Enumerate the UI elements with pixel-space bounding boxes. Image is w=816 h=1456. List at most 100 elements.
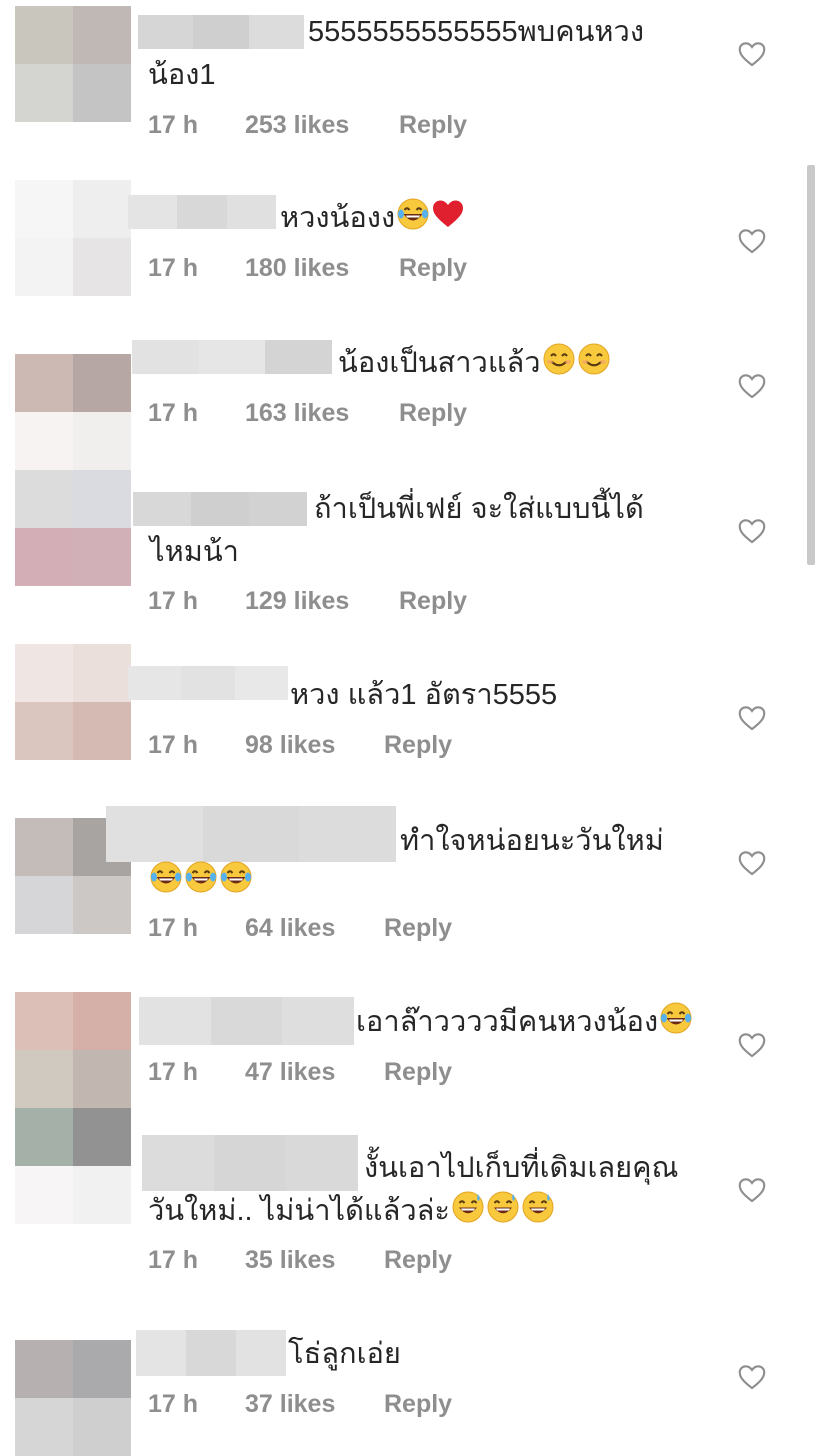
username-blurred[interactable] <box>138 15 304 49</box>
avatar[interactable] <box>15 1340 131 1456</box>
avatar-block <box>15 644 73 702</box>
avatar[interactable] <box>15 180 131 296</box>
laughing-tears-icon <box>660 1002 692 1034</box>
laughing-tears-icon <box>220 861 252 893</box>
smiling-face-icon <box>543 343 575 375</box>
reply-button[interactable]: Reply <box>384 913 452 943</box>
timestamp: 17 h <box>148 587 199 615</box>
comment-text-line2: น้อง1 <box>148 59 216 91</box>
avatar-block <box>15 1340 73 1398</box>
username-blurred[interactable] <box>139 997 355 1045</box>
comment-text: น้องเป็นสาวแล้ว <box>338 342 611 384</box>
emoji-group <box>395 198 465 234</box>
laughing-tears-icon <box>397 198 429 230</box>
avatar-block <box>73 644 131 702</box>
heart-outline-icon[interactable] <box>738 228 766 254</box>
avatar-block <box>15 1050 73 1108</box>
heart-outline-icon[interactable] <box>738 1177 766 1203</box>
avatar-block <box>73 1050 131 1108</box>
laughing-tears-icon <box>185 861 217 893</box>
avatar-block <box>15 992 73 1050</box>
like-count[interactable]: 47 likes <box>245 1057 335 1087</box>
avatar-block <box>73 412 131 470</box>
heart-outline-icon[interactable] <box>738 41 766 67</box>
emoji-group <box>658 1002 693 1038</box>
avatar-block <box>73 876 131 934</box>
like-count[interactable]: 180 likes <box>245 253 349 283</box>
avatar-block <box>15 876 73 934</box>
avatar[interactable] <box>15 644 131 760</box>
username-blurred[interactable] <box>133 492 307 526</box>
like-count[interactable]: 163 likes <box>245 398 349 428</box>
laughing-tears-icon <box>150 861 182 893</box>
comment-text: งั้นเอาไปเก็บที่เดิมเลยคุณ <box>364 1152 679 1184</box>
heart-outline-icon[interactable] <box>738 1364 766 1390</box>
timestamp: 17 h <box>148 1246 199 1274</box>
avatar-block <box>15 1108 73 1166</box>
timestamp: 17 h <box>148 731 199 759</box>
heart-outline-icon[interactable] <box>738 373 766 399</box>
avatar-block <box>73 1108 131 1166</box>
avatar-block <box>73 64 131 122</box>
reply-button[interactable]: Reply <box>399 110 467 140</box>
heart-outline-icon[interactable] <box>738 850 766 876</box>
like-count[interactable]: 253 likes <box>245 110 349 140</box>
comment-text-line2 <box>148 860 253 902</box>
like-count[interactable]: 35 likes <box>245 1245 335 1275</box>
username-blurred[interactable] <box>128 666 288 700</box>
reply-button[interactable]: Reply <box>384 1245 452 1275</box>
avatar-block <box>73 470 131 528</box>
avatar-block <box>15 238 73 296</box>
reply-button[interactable]: Reply <box>384 1057 452 1087</box>
comment-text: โธ่ลูกเอ่ย <box>288 1338 401 1370</box>
reply-button[interactable]: Reply <box>399 586 467 616</box>
avatar-block <box>15 470 73 528</box>
smiling-face-icon <box>578 343 610 375</box>
emoji-group <box>541 343 611 379</box>
username-blurred[interactable] <box>128 195 276 229</box>
like-count[interactable]: 37 likes <box>245 1389 335 1419</box>
avatar[interactable] <box>15 354 131 470</box>
comment-text: 5555555555555พบคนหวง <box>308 16 644 48</box>
like-count[interactable]: 64 likes <box>245 913 335 943</box>
avatar-block <box>73 354 131 412</box>
sweat-smile-icon <box>452 1191 484 1223</box>
reply-button[interactable]: Reply <box>399 398 467 428</box>
avatar-block <box>15 818 73 876</box>
like-count[interactable]: 98 likes <box>245 730 335 760</box>
timestamp: 17 h <box>148 399 199 427</box>
avatar[interactable] <box>15 470 131 586</box>
avatar-block <box>73 1166 131 1224</box>
reply-button[interactable]: Reply <box>384 1389 452 1419</box>
comment-text: เอาล๊าววววมีคนหวงน้อง <box>356 1001 693 1043</box>
avatar[interactable] <box>15 6 131 122</box>
avatar-block <box>15 64 73 122</box>
avatar-block <box>15 180 73 238</box>
timestamp: 17 h <box>148 1390 199 1418</box>
avatar-block <box>73 702 131 760</box>
comment-text-line2: วันใหม่.. ไม่น่าได้แล้วล่ะ <box>148 1190 555 1232</box>
heart-outline-icon[interactable] <box>738 705 766 731</box>
username-blurred[interactable] <box>136 1330 286 1376</box>
username-blurred[interactable] <box>132 340 333 374</box>
comment-text: ถ้าเป็นพี่เฟย์ จะใส่แบบนี้ได้ <box>314 493 644 525</box>
timestamp: 17 h <box>148 254 199 282</box>
heart-outline-icon[interactable] <box>738 1032 766 1058</box>
avatar-block <box>73 6 131 64</box>
comment-text: ทำใจหน่อยนะวันใหม่ <box>400 825 664 857</box>
heart-outline-icon[interactable] <box>738 518 766 544</box>
avatar[interactable] <box>15 992 131 1108</box>
avatar-block <box>15 1398 73 1456</box>
like-count[interactable]: 129 likes <box>245 586 349 616</box>
scrollbar[interactable] <box>807 165 815 565</box>
username-blurred[interactable] <box>142 1135 358 1191</box>
comment-text: หวงน้องง <box>280 197 465 239</box>
emoji-group <box>450 1191 555 1227</box>
avatar-block <box>73 528 131 586</box>
username-blurred[interactable] <box>106 806 397 862</box>
avatar-block <box>73 1340 131 1398</box>
avatar[interactable] <box>15 1108 131 1224</box>
reply-button[interactable]: Reply <box>399 253 467 283</box>
reply-button[interactable]: Reply <box>384 730 452 760</box>
avatar-block <box>73 238 131 296</box>
